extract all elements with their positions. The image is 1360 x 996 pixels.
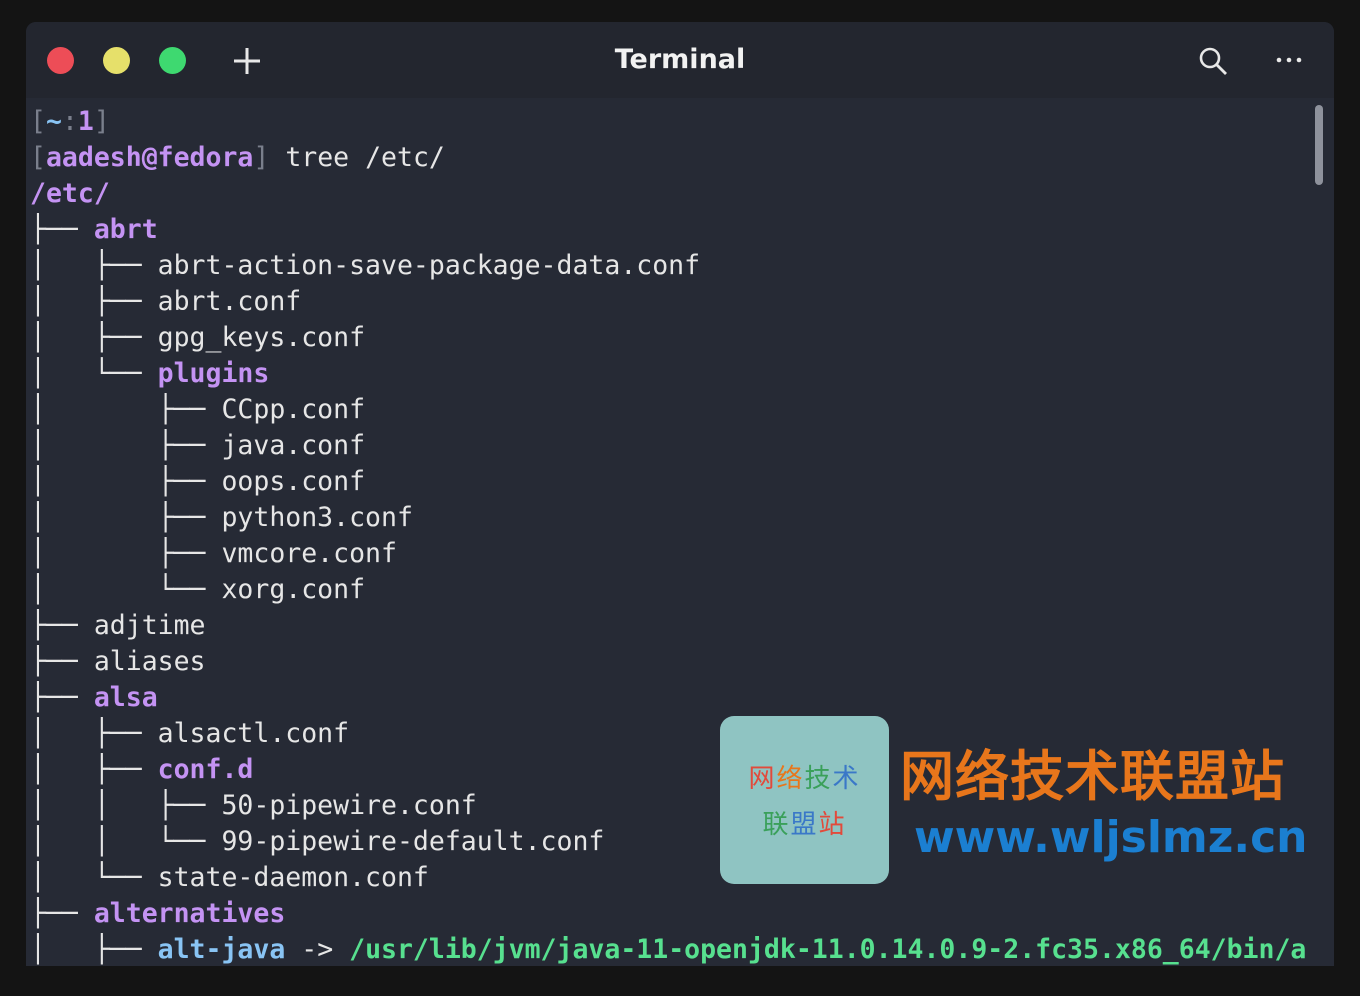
prompt-bracket-open: [ <box>30 106 46 137</box>
tree-branch: │ │ └── <box>30 826 222 857</box>
prompt-bracket-close: ] <box>93 106 110 137</box>
tree-file: aliases <box>93 646 206 677</box>
scrollbar[interactable] <box>1312 102 1326 966</box>
tree-entry: │ ├── CCpp.conf <box>30 392 365 428</box>
prompt-bracket-close: ] <box>253 142 270 173</box>
tree-entry: ├── adjtime <box>30 608 206 644</box>
tree-branch: │ ├── <box>30 538 222 569</box>
tree-entry: ├── alsa <box>30 680 158 716</box>
tree-file: alsactl.conf <box>157 718 350 749</box>
tree-file: 50-pipewire.conf <box>221 790 477 821</box>
scrollbar-thumb[interactable] <box>1315 105 1323 185</box>
tree-branch: │ ├── <box>30 430 222 461</box>
tree-entry: │ │ └── 99-pipewire-default.conf <box>30 824 604 860</box>
tree-branch: │ └── <box>30 358 158 389</box>
tree-branch: │ │ ├── <box>30 790 222 821</box>
tree-file: abrt.conf <box>157 286 302 317</box>
tree-branch: ├── <box>30 214 94 245</box>
tree-file: gpg_keys.conf <box>157 322 366 353</box>
tree-entry: │ ├── gpg_keys.conf <box>30 320 365 356</box>
tree-directory: plugins <box>157 358 270 389</box>
tree-directory: alternatives <box>93 898 286 929</box>
tree-file: 99-pipewire-default.conf <box>221 826 605 857</box>
prompt-bracket-open: [ <box>30 142 46 173</box>
tree-branch: │ ├── <box>30 718 158 749</box>
window-title: Terminal <box>614 44 746 75</box>
tree-entry: │ ├── abrt.conf <box>30 284 301 320</box>
tree-branch: │ ├── <box>30 394 222 425</box>
tree-file: java.conf <box>221 430 366 461</box>
tree-entry: │ ├── alt-java -> /usr/lib/jvm/java-11-o… <box>30 932 1306 966</box>
watermark-title: 网络技术联盟站 <box>900 745 1285 808</box>
symlink-target: /usr/lib/jvm/java-11-openjdk-11.0.14.0.9… <box>349 934 1307 965</box>
prompt-line-2: [aadesh@fedora] tree /etc/ <box>30 140 445 176</box>
tree-entry: ├── aliases <box>30 644 206 680</box>
tree-entry: │ └── plugins <box>30 356 269 392</box>
tree-directory: alsa <box>93 682 158 713</box>
close-button[interactable] <box>47 47 74 74</box>
tree-branch: │ ├── <box>30 466 222 497</box>
symlink-arrow: -> <box>285 934 350 965</box>
tree-symlink: alt-java <box>157 934 286 965</box>
tree-file: state-daemon.conf <box>157 862 429 893</box>
command-text: tree /etc/ <box>269 142 445 173</box>
tree-branch: │ ├── <box>30 934 158 965</box>
tree-entry: │ ├── alsactl.conf <box>30 716 349 752</box>
watermark-logo: 网络技术 联盟站 <box>720 716 889 884</box>
prompt-separator: : <box>61 106 78 137</box>
tree-branch: │ ├── <box>30 250 158 281</box>
tree-entry: │ └── state-daemon.conf <box>30 860 429 896</box>
tree-branch: ├── <box>30 610 94 641</box>
prompt-path: ~ <box>45 106 62 137</box>
tree-branch: ├── <box>30 646 94 677</box>
tree-entry: │ ├── abrt-action-save-package-data.conf <box>30 248 700 284</box>
tree-branch: │ ├── <box>30 502 222 533</box>
prompt-user: aadesh@fedora <box>45 142 254 173</box>
tree-entry: ├── abrt <box>30 212 158 248</box>
tree-branch: │ ├── <box>30 286 158 317</box>
tree-branch: │ ├── <box>30 322 158 353</box>
tree-directory: abrt <box>93 214 158 245</box>
tree-branch: ├── <box>30 898 94 929</box>
tree-entry: │ ├── java.conf <box>30 428 365 464</box>
more-options-icon[interactable] <box>1274 48 1304 72</box>
prompt-number: 1 <box>77 106 94 137</box>
tree-file: CCpp.conf <box>221 394 366 425</box>
tree-entry: ├── alternatives <box>30 896 285 932</box>
tree-directory: conf.d <box>157 754 254 785</box>
tree-entry: │ ├── python3.conf <box>30 500 413 536</box>
tree-branch: │ └── <box>30 574 222 605</box>
watermark-url: www.wljslmz.cn <box>914 812 1308 863</box>
tree-file: adjtime <box>93 610 206 641</box>
new-tab-plus-icon[interactable] <box>232 46 262 76</box>
watermark-logo-line2: 联盟站 <box>762 810 847 840</box>
maximize-button[interactable] <box>159 47 186 74</box>
tree-file: oops.conf <box>221 466 366 497</box>
tree-entry: │ │ ├── 50-pipewire.conf <box>30 788 477 824</box>
watermark-logo-line1: 网络技术 <box>748 764 861 794</box>
tree-entry: │ ├── conf.d <box>30 752 253 788</box>
tree-entry: │ ├── vmcore.conf <box>30 536 397 572</box>
tree-branch: │ ├── <box>30 754 158 785</box>
tree-entry: │ └── xorg.conf <box>30 572 365 608</box>
tree-root: /etc/ <box>30 178 110 209</box>
tree-file: python3.conf <box>221 502 413 533</box>
tree-file: vmcore.conf <box>221 538 397 569</box>
prompt-line-1: [~:1] <box>30 104 110 140</box>
minimize-button[interactable] <box>103 47 130 74</box>
tree-branch: │ └── <box>30 862 158 893</box>
search-icon[interactable] <box>1198 46 1228 76</box>
tree-branch: ├── <box>30 682 94 713</box>
tree-entry: │ ├── oops.conf <box>30 464 365 500</box>
tree-file: abrt-action-save-package-data.conf <box>157 250 701 281</box>
title-bar: Terminal <box>26 22 1334 98</box>
tree-file: xorg.conf <box>221 574 366 605</box>
